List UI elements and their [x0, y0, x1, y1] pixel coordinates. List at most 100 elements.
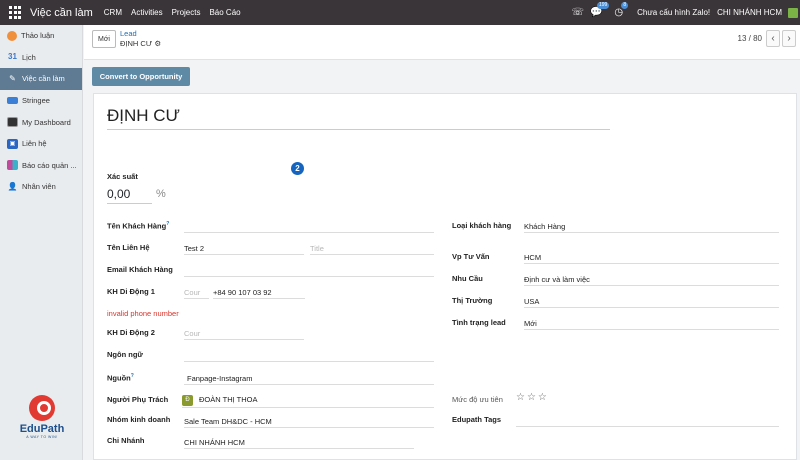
mobile1-error: invalid phone number	[107, 309, 179, 318]
convert-to-opportunity-button[interactable]: Convert to Opportunity	[92, 67, 190, 86]
lead-title-field[interactable]: ĐỊNH CƯ	[107, 106, 610, 130]
sidebar-item-label: Việc cần làm	[22, 74, 65, 84]
customer-name-label: Tên Khách Hàng?	[107, 221, 170, 231]
dashboard-icon	[7, 117, 18, 128]
market-select[interactable]: USA	[524, 296, 779, 308]
owner-select[interactable]: Đ ĐOÀN THỊ THOA	[182, 393, 434, 408]
probability-unit: %	[156, 188, 166, 200]
breadcrumb-parent[interactable]: Lead	[120, 29, 161, 39]
form-sheet: ĐỊNH CƯ 2 Xác suất 0,00 % Tên Khách Hàng…	[93, 93, 797, 460]
email-input[interactable]	[184, 265, 434, 277]
sidebar-item-label: Lịch	[22, 52, 36, 62]
contact-name-label: Tên Liên Hệ	[107, 243, 150, 252]
messages-badge: 199	[596, 2, 610, 9]
sidebar: Thảo luận 31 Lịch ✎ Việc cần làm Stringe…	[0, 25, 83, 460]
apps-menu-icon[interactable]	[9, 5, 23, 20]
sidebar-item-discuss[interactable]: Thảo luận	[0, 25, 82, 47]
mobile1-country-select[interactable]: Cour	[184, 287, 209, 299]
need-label: Nhu Cầu	[452, 274, 483, 283]
discuss-icon	[7, 30, 17, 41]
control-panel: Mới Lead ĐỊNH CƯ ⚙ 13 / 80 ‹ ›	[84, 25, 800, 60]
contact-name-input[interactable]: Test 2	[184, 243, 304, 255]
breadcrumb-current: ĐỊNH CƯ ⚙	[120, 39, 162, 48]
sales-team-label: Nhóm kinh doanh	[107, 415, 171, 424]
sidebar-item-calendar[interactable]: 31 Lịch	[0, 47, 82, 69]
office-label: Vp Tư Vấn	[452, 252, 490, 261]
sidebar-item-label: My Dashboard	[22, 117, 71, 127]
company-switcher[interactable]: CHI NHÁNH HCM	[717, 8, 782, 17]
owner-avatar: Đ	[182, 394, 193, 406]
probability-label: Xác suất	[107, 172, 138, 181]
calendar-icon: 31	[8, 52, 17, 62]
next-record-button[interactable]: ›	[782, 30, 796, 47]
customer-type-label: Loại khách hàng	[452, 221, 512, 230]
edupath-logo: EduPath A WAY TO WIN!	[17, 395, 67, 439]
lead-status-label: Tình trạng lead	[452, 318, 506, 327]
sidebar-item-label: Stringee	[22, 96, 50, 106]
sidebar-item-reports[interactable]: Báo cáo quản ...	[0, 155, 82, 177]
sidebar-item-contacts[interactable]: ▣ Liên hệ	[0, 133, 82, 155]
menu-item-projects[interactable]: Projects	[172, 8, 201, 17]
owner-label: Người Phụ Trách	[107, 395, 169, 404]
priority-stars[interactable]: ☆☆☆	[516, 392, 549, 403]
gear-icon[interactable]: ⚙	[154, 39, 161, 48]
activities-badge: 8	[621, 2, 629, 9]
mobile2-label: KH Di Động 2	[107, 328, 155, 337]
probability-input[interactable]: 0,00	[107, 187, 152, 204]
branch-select[interactable]: CHI NHÁNH HCM	[184, 437, 414, 449]
zalo-warning[interactable]: Chưa cấu hình Zalo!	[637, 8, 710, 17]
office-select[interactable]: HCM	[524, 252, 779, 264]
status-bar: Convert to Opportunity	[84, 60, 800, 93]
edupath-logo-mark	[29, 395, 55, 421]
email-label: Email Khách Hàng	[107, 265, 173, 274]
customer-type-select[interactable]: Khách Hàng	[524, 221, 779, 233]
mobile1-label: KH Di Động 1	[107, 287, 155, 296]
tags-label: Edupath Tags	[452, 415, 502, 424]
menu-item-reports[interactable]: Báo Cáo	[209, 8, 240, 17]
logo-tagline: A WAY TO WIN!	[26, 435, 58, 439]
step-badge: 2	[291, 162, 304, 175]
source-label: Nguồn?	[107, 373, 134, 383]
market-label: Thị Trường	[452, 296, 493, 305]
top-navbar: Việc cần làm CRM Activities Projects Báo…	[0, 0, 800, 25]
sidebar-item-label: Thảo luận	[21, 31, 55, 41]
sidebar-item-todo[interactable]: ✎ Việc cần làm	[0, 68, 82, 90]
sidebar-item-dashboard[interactable]: My Dashboard	[0, 111, 82, 133]
mobile2-country-select[interactable]: Cour	[184, 328, 304, 340]
owner-name: ĐOÀN THỊ THOA	[199, 395, 258, 404]
language-select[interactable]	[184, 350, 434, 362]
new-button[interactable]: Mới	[92, 30, 116, 48]
sidebar-item-label: Liên hệ	[22, 139, 47, 149]
menu-item-activities[interactable]: Activities	[131, 8, 163, 17]
breadcrumb: Lead ĐỊNH CƯ ⚙	[120, 29, 161, 49]
user-avatar[interactable]	[788, 7, 798, 18]
customer-name-input[interactable]	[184, 221, 434, 233]
stringee-icon	[7, 97, 18, 105]
priority-label: Mức độ ưu tiên	[452, 395, 503, 404]
sidebar-item-label: Nhân viên	[22, 182, 56, 192]
app-title[interactable]: Việc cần làm	[30, 7, 93, 19]
pager-value[interactable]: 13 / 80	[738, 34, 762, 43]
lead-status-select[interactable]: Mới	[524, 318, 779, 330]
mobile1-input[interactable]: +84 90 107 03 92	[213, 287, 305, 299]
report-icon	[7, 160, 18, 171]
employees-icon: 👤	[7, 181, 18, 191]
menu-item-crm[interactable]: CRM	[104, 8, 122, 17]
contact-title-input[interactable]: Title	[310, 243, 434, 255]
sales-team-select[interactable]: Sale Team DH&DC - HCM	[184, 416, 434, 428]
sidebar-item-stringee[interactable]: Stringee	[0, 90, 82, 112]
tags-input[interactable]	[516, 415, 779, 427]
source-select[interactable]: Fanpage-Instagram	[184, 373, 434, 385]
activities-icon[interactable]: ◷ 8	[614, 2, 629, 18]
contacts-icon: ▣	[7, 138, 18, 149]
sidebar-item-label: Báo cáo quản ...	[22, 160, 77, 170]
previous-record-button[interactable]: ‹	[766, 30, 780, 47]
branch-label: Chi Nhánh	[107, 436, 145, 445]
need-select[interactable]: Định cư và làm việc	[524, 274, 779, 286]
main-menu: CRM Activities Projects Báo Cáo	[104, 8, 241, 17]
todo-icon: ✎	[9, 73, 16, 83]
language-label: Ngôn ngữ	[107, 350, 143, 359]
phone-icon[interactable]: ☏	[571, 7, 584, 18]
sidebar-item-employees[interactable]: 👤 Nhân viên	[0, 176, 82, 198]
messages-icon[interactable]: 💬 199	[590, 2, 610, 18]
